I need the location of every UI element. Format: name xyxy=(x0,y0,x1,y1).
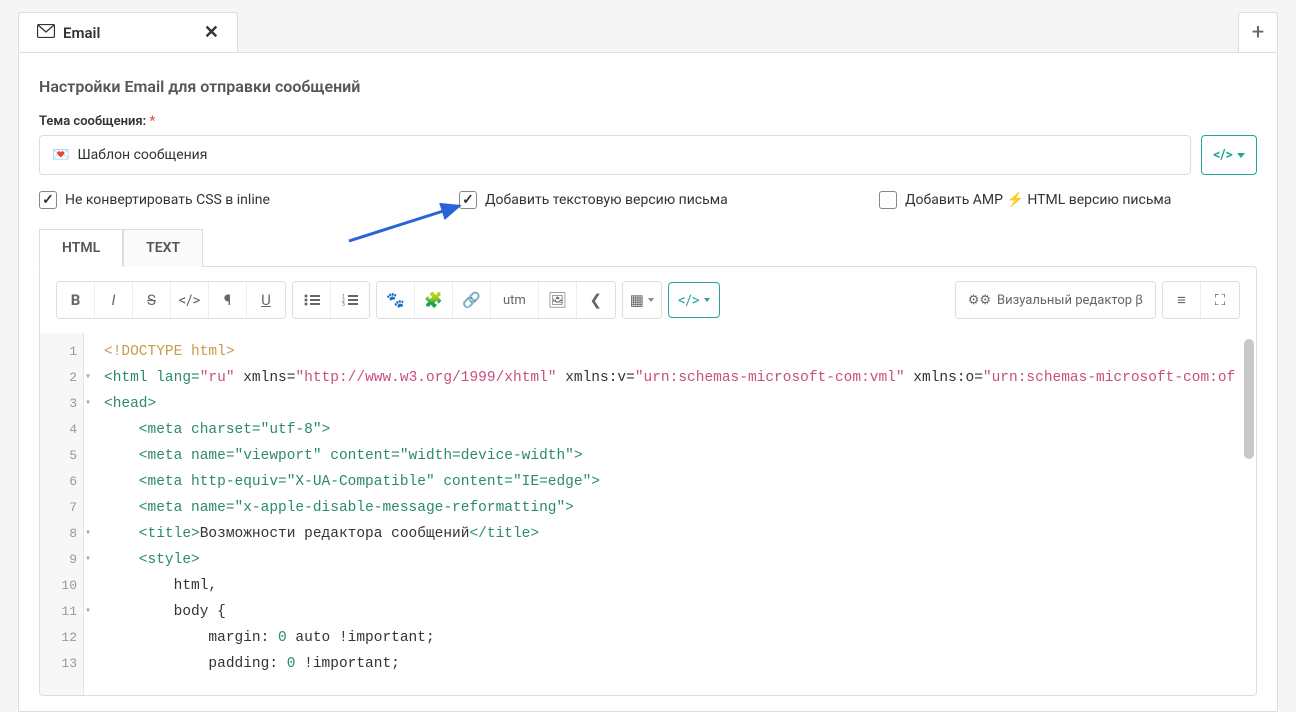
tab-label: Email xyxy=(63,24,100,42)
checkbox-label: Добавить текстовую версию письма xyxy=(485,192,728,208)
unordered-list-button[interactable] xyxy=(293,282,331,318)
add-tab-button[interactable]: + xyxy=(1238,12,1278,52)
heart-icon: 💌 xyxy=(52,147,69,163)
subject-label: Тема сообщения: * xyxy=(39,114,1257,129)
envelope-icon xyxy=(37,24,55,42)
align-icon: ≡ xyxy=(1177,291,1186,309)
code-mode-toggle[interactable]: </> xyxy=(1201,135,1257,175)
scrollbar-thumb[interactable] xyxy=(1244,339,1254,459)
link-button[interactable]: 🔗 xyxy=(453,282,491,318)
italic-button[interactable]: I xyxy=(95,282,133,318)
line-gutter: 1 2 3 4 5 6 7 8 9 10 11 12 13 xyxy=(40,333,84,695)
pilcrow-button[interactable]: ¶ xyxy=(209,282,247,318)
visual-editor-button[interactable]: ⚙⚙ Визуальный редактор β xyxy=(956,282,1155,318)
editor-tab-text[interactable]: TEXT xyxy=(123,229,203,267)
tab-email[interactable]: Email ✕ xyxy=(18,12,238,52)
checkbox-add-amp[interactable] xyxy=(879,191,897,209)
ordered-list-button[interactable]: 123 xyxy=(331,282,369,318)
share-icon: ❮ xyxy=(590,291,603,309)
editor-tab-html[interactable]: HTML xyxy=(39,229,123,267)
underline-button[interactable]: U xyxy=(247,282,285,318)
bolt-icon: ⚡ xyxy=(1006,192,1023,208)
gears-icon: ⚙⚙ xyxy=(968,293,991,308)
code-button[interactable]: </> xyxy=(171,282,209,318)
link-icon: 🔗 xyxy=(462,291,481,309)
paw-icon-button[interactable]: 🐾 xyxy=(377,282,415,318)
checkbox-add-text-version[interactable] xyxy=(459,191,477,209)
image-icon: 🖼 xyxy=(548,291,567,309)
table-icon: ▦ xyxy=(630,291,644,309)
plugin-button[interactable]: 🧩 xyxy=(415,282,453,318)
puzzle-icon: 🧩 xyxy=(424,291,443,309)
subject-input[interactable]: 💌 Шаблон сообщения xyxy=(39,135,1191,175)
code-editor: B I S </> ¶ U 123 🐾 🧩 🔗 utm 🖼 xyxy=(39,266,1257,696)
code-icon: </> xyxy=(1213,147,1233,163)
strike-button[interactable]: S xyxy=(133,282,171,318)
source-code-toggle[interactable]: </> xyxy=(668,282,720,318)
share-button[interactable]: ❮ xyxy=(577,282,615,318)
svg-text:3: 3 xyxy=(342,302,345,307)
section-title: Настройки Email для отправки сообщений xyxy=(39,77,1257,96)
paw-icon: 🐾 xyxy=(386,291,405,309)
expand-icon: ⛶ xyxy=(1215,291,1226,309)
table-button[interactable]: ▦ xyxy=(623,282,661,318)
align-button[interactable]: ≡ xyxy=(1163,282,1201,318)
image-button[interactable]: 🖼 xyxy=(539,282,577,318)
checkbox-label: Добавить AMP ⚡ HTML версию письма xyxy=(905,192,1171,208)
code-content[interactable]: <!DOCTYPE html> <html lang="ru" xmlns="h… xyxy=(84,333,1256,695)
fullscreen-button[interactable]: ⛶ xyxy=(1201,282,1239,318)
close-icon[interactable]: ✕ xyxy=(204,22,219,43)
utm-button[interactable]: utm xyxy=(491,282,539,318)
checkbox-label: Не конвертировать CSS в inline xyxy=(65,192,270,208)
subject-value: Шаблон сообщения xyxy=(77,147,207,163)
bold-button[interactable]: B xyxy=(57,282,95,318)
chevron-down-icon xyxy=(1237,153,1245,158)
checkbox-no-inline-css[interactable] xyxy=(39,191,57,209)
